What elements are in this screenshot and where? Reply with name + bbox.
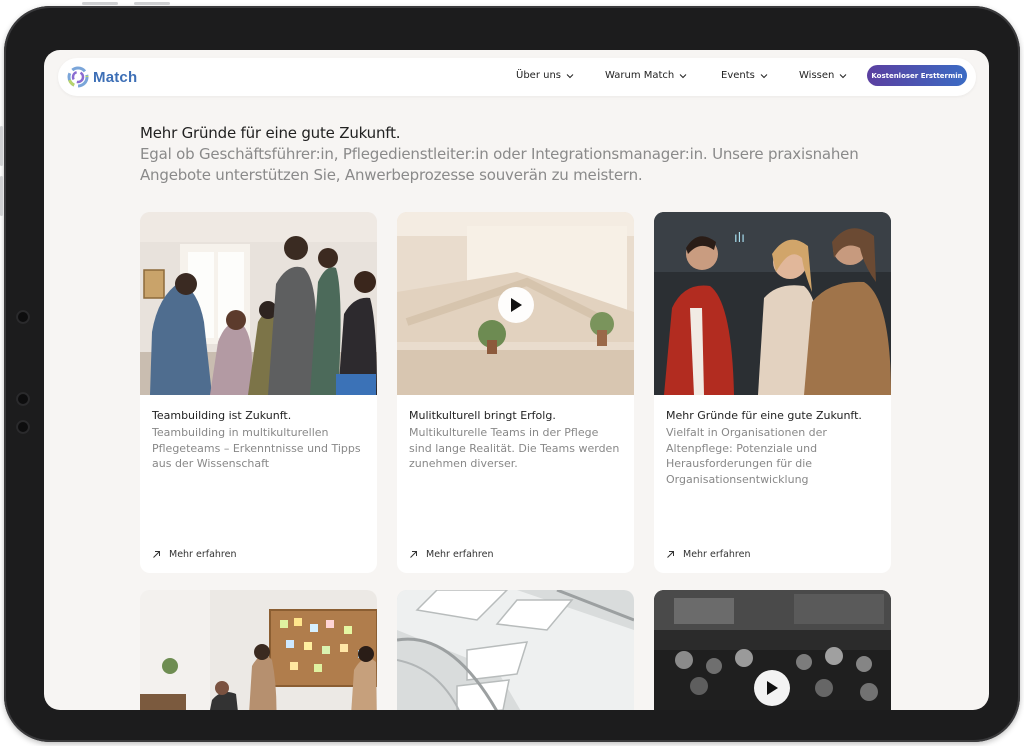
- camera-dot: [16, 420, 30, 434]
- article-card[interactable]: [654, 590, 891, 710]
- nav-item-label: Wissen: [799, 70, 835, 81]
- camera-dot: [16, 310, 30, 324]
- match-logo-icon: [67, 66, 89, 88]
- more-link[interactable]: Mehr erfahren: [409, 549, 494, 560]
- more-link-label: Mehr erfahren: [169, 549, 237, 560]
- card-text: Teambuilding in multikulturellen Pfleget…: [152, 426, 361, 470]
- chevron-down-icon: [566, 73, 574, 78]
- card-text: Vielfalt in Organisationen der Altenpfle…: [666, 426, 827, 486]
- card-title: Teambuilding ist Zukunft.: [152, 409, 292, 422]
- logo[interactable]: Match: [66, 65, 137, 89]
- card-text: Multikulturelle Teams in der Pflege sind…: [409, 426, 620, 470]
- more-link-label: Mehr erfahren: [683, 549, 751, 560]
- card-video-crowd: [654, 590, 891, 710]
- arrow-up-right-icon: [153, 551, 160, 558]
- play-button[interactable]: [498, 287, 534, 323]
- top-button: [82, 2, 118, 5]
- top-button: [134, 2, 170, 5]
- card-title: Mehr Gründe für eine gute Zukunft.: [666, 409, 862, 422]
- arrow-up-right-icon: [667, 551, 674, 558]
- chevron-down-icon: [760, 73, 768, 78]
- card-image-skylight-architecture: [397, 590, 634, 710]
- card-image-people-talking: ılı: [654, 212, 891, 395]
- nav-item-warum-match[interactable]: Warum Match: [605, 70, 687, 81]
- screen: Match Über uns Warum Match Events Wissen…: [44, 50, 989, 710]
- nav-item-label: Über uns: [516, 70, 561, 81]
- play-button[interactable]: [754, 670, 790, 706]
- card-video-staircase: [397, 212, 634, 395]
- brand-name: Match: [93, 68, 138, 86]
- nav-item-label: Warum Match: [605, 70, 675, 81]
- article-card[interactable]: [140, 590, 377, 710]
- more-link-label: Mehr erfahren: [426, 549, 494, 560]
- section-heading: Mehr Gründe für eine gute Zukunft.: [140, 124, 401, 142]
- nav-item-label: Events: [721, 70, 755, 81]
- card-image-pinboard-meeting: [140, 590, 377, 710]
- play-icon: [511, 298, 522, 312]
- chevron-down-icon: [840, 73, 847, 78]
- navbar: Match Über uns Warum Match Events Wissen…: [58, 58, 976, 96]
- volume-button: [0, 126, 3, 166]
- nav-item-events[interactable]: Events: [721, 70, 768, 81]
- play-icon: [767, 681, 778, 695]
- article-card[interactable]: Teambuilding ist Zukunft. Teambuilding i…: [140, 212, 377, 573]
- chevron-down-icon: [679, 73, 687, 78]
- article-card[interactable]: ılı Mehr Gründe für eine gute Zukunft. V…: [654, 212, 891, 573]
- article-card[interactable]: [397, 590, 634, 710]
- cta-button-ersttermin[interactable]: Kostenloser Ersttermin: [867, 65, 967, 86]
- tablet-frame: Match Über uns Warum Match Events Wissen…: [0, 2, 1020, 742]
- more-link[interactable]: Mehr erfahren: [152, 549, 237, 560]
- nav-item-wissen[interactable]: Wissen: [799, 70, 847, 81]
- article-card[interactable]: Mulitkulturell bringt Erfolg. Multikultu…: [397, 212, 634, 573]
- section-subheading: Egal ob Geschäftsführer:in, Pflegedienst…: [140, 145, 859, 184]
- nav-item-ueber-uns[interactable]: Über uns: [516, 70, 574, 81]
- camera-dot: [16, 392, 30, 406]
- svg-text:ılı: ılı: [734, 231, 745, 246]
- more-link[interactable]: Mehr erfahren: [666, 549, 751, 560]
- card-title: Mulitkulturell bringt Erfolg.: [409, 409, 556, 422]
- volume-button: [0, 176, 3, 216]
- card-image-team-meeting: [140, 212, 377, 395]
- arrow-up-right-icon: [410, 551, 417, 558]
